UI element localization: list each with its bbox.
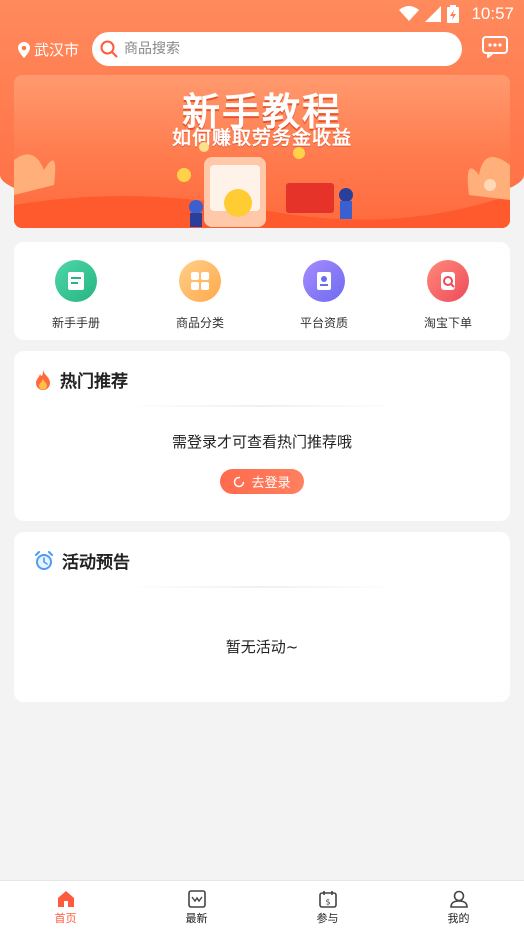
status-time: 10:57 [471,4,514,23]
tutorial-banner[interactable]: 新手教程 如何赚取劳务金收益 [14,75,510,228]
taobao-order-icon [427,260,469,302]
quick-item-label: 商品分类 [175,316,224,330]
login-button[interactable]: 去登录 [220,469,304,494]
refresh-icon [234,476,245,487]
alarm-clock-icon [35,550,53,570]
activity-preview-title: 活动预告 [62,553,130,573]
nav-label: 最新 [185,912,208,925]
quick-item-label: 平台资质 [299,316,348,330]
city-selector[interactable]: 武汉市 [18,39,79,60]
no-activity-message: 暂无活动~ [225,638,299,656]
message-icon[interactable] [482,36,508,58]
section-divider [124,586,400,588]
quick-item-handbook[interactable]: 新手手册 [14,242,138,340]
nav-latest[interactable]: 最新 [131,881,262,932]
participate-icon: $ [318,891,337,908]
header: 武汉市 [0,32,524,68]
category-icon [179,260,221,302]
status-bar: 10:57 [0,0,524,28]
nav-label: 我的 [447,912,470,925]
section-divider [124,405,400,407]
nav-participate[interactable]: $ 参与 [262,881,393,932]
quick-item-category[interactable]: 商品分类 [138,242,262,340]
hot-recommend-header: 热门推荐 [34,367,128,392]
status-icons: 10:57 [399,4,514,24]
hot-recommend-title: 热门推荐 [60,372,128,392]
hot-recommend-card: 热门推荐 需登录才可查看热门推荐哦 去登录 [14,351,510,521]
battery-icon [447,5,460,23]
search-bar[interactable] [92,32,462,66]
profile-icon [449,890,468,908]
wifi-icon [399,6,420,21]
search-input[interactable] [124,41,424,57]
activity-preview-header: 活动预告 [34,548,130,573]
search-icon [100,40,118,58]
fire-icon [36,369,50,390]
nav-home[interactable]: 首页 [0,881,131,932]
login-button-label: 去登录 [251,476,291,491]
quick-item-qualification[interactable]: 平台资质 [262,242,386,340]
svg-text:$: $ [325,898,330,907]
nav-profile[interactable]: 我的 [393,881,524,932]
activity-preview-card: 活动预告 暂无活动~ [14,532,510,702]
nav-label: 首页 [54,912,77,925]
latest-icon [187,890,206,908]
quick-item-label: 新手手册 [51,316,100,330]
qualification-icon [303,260,345,302]
bottom-navigation: 首页 最新 $ 参与 我的 [0,880,524,932]
quick-menu: 新手手册 商品分类 平台资质 淘宝下单 [14,242,510,340]
quick-item-taobao[interactable]: 淘宝下单 [386,242,510,340]
home-icon [57,891,74,907]
location-pin-icon [18,41,30,58]
city-label: 武汉市 [34,41,80,59]
signal-icon [425,6,442,22]
login-required-message: 需登录才可查看热门推荐哦 [171,433,352,451]
quick-item-label: 淘宝下单 [423,316,472,330]
banner-illustration [14,142,510,228]
handbook-icon [55,260,97,302]
nav-label: 参与 [316,912,339,925]
